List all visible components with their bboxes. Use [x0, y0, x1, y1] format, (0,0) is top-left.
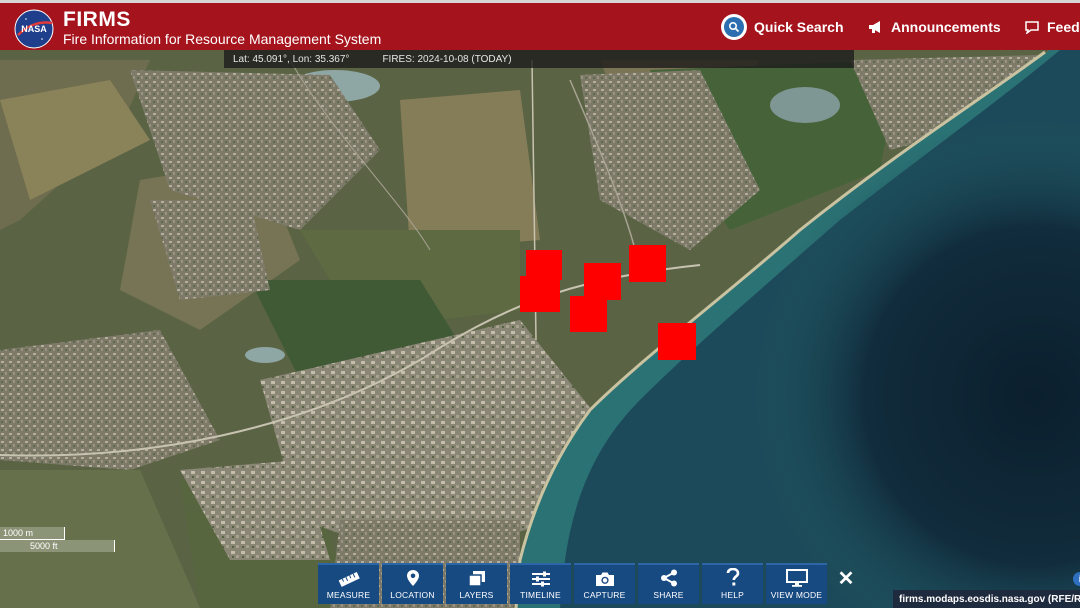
fire-marker	[629, 245, 666, 282]
map-toolbar: MEASURE LOCATION LAYERS TIMELINE CAPTURE…	[318, 563, 827, 608]
info-icon[interactable]: i	[1073, 572, 1080, 586]
scale-metric-label: 1000 m	[3, 528, 34, 538]
measure-label: MEASURE	[326, 590, 371, 600]
nav-quick-search[interactable]: Quick Search	[721, 14, 844, 40]
view-mode-button[interactable]: VIEW MODE	[766, 563, 827, 604]
fires-date: FIRES: 2024-10-08 (TODAY)	[382, 53, 512, 65]
app-title[interactable]: FIRMS	[63, 8, 131, 32]
fire-marker	[584, 263, 621, 300]
app-subtitle: Fire Information for Resource Management…	[63, 31, 382, 47]
fire-marker	[520, 276, 560, 312]
location-pin-icon	[406, 570, 419, 586]
measure-button[interactable]: MEASURE	[318, 563, 379, 604]
share-button[interactable]: SHARE	[638, 563, 699, 604]
nasa-logo-text: NASA	[21, 24, 47, 34]
timeline-button[interactable]: TIMELINE	[510, 563, 571, 604]
help-button[interactable]: HELP	[702, 563, 763, 604]
layers-icon	[467, 571, 485, 587]
fire-marker	[526, 250, 562, 280]
cursor-coordinates: Lat: 45.091°, Lon: 35.367°	[233, 53, 350, 65]
nav-feedback-label: Feedb	[1047, 19, 1080, 35]
capture-button[interactable]: CAPTURE	[574, 563, 635, 604]
scale-imperial-label: 5000 ft	[30, 541, 58, 551]
coordinate-bar: Lat: 45.091°, Lon: 35.367° FIRES: 2024-1…	[224, 50, 854, 68]
close-toolbar-button[interactable]: ✕	[836, 568, 856, 590]
location-label: LOCATION	[390, 590, 435, 600]
nasa-logo-icon[interactable]: NASA	[14, 9, 54, 49]
timeline-label: TIMELINE	[520, 590, 561, 600]
scale-bar: 1000 m 5000 ft	[0, 527, 120, 553]
fire-marker	[658, 323, 696, 360]
nav-feedback[interactable]: Feedb	[1024, 19, 1080, 35]
fire-marker	[570, 296, 607, 332]
share-label: SHARE	[653, 590, 684, 600]
nav-announcements[interactable]: Announcements	[868, 19, 1001, 35]
chat-icon	[1025, 21, 1039, 34]
monitor-icon	[785, 569, 808, 587]
location-button[interactable]: LOCATION	[382, 563, 443, 604]
question-icon	[726, 568, 739, 586]
app-header: NASA FIRMS Fire Information for Resource…	[0, 0, 1080, 50]
ruler-icon	[338, 572, 360, 587]
megaphone-icon	[869, 21, 880, 33]
fire-markers-layer	[520, 245, 696, 360]
sliders-icon	[531, 571, 550, 587]
help-label: HELP	[720, 590, 744, 600]
layers-label: LAYERS	[459, 590, 494, 600]
search-icon	[721, 14, 747, 40]
camera-icon	[595, 572, 614, 586]
layers-button[interactable]: LAYERS	[446, 563, 507, 604]
nav-announcements-label: Announcements	[891, 19, 1001, 35]
nav-quick-search-label: Quick Search	[754, 19, 844, 35]
source-attribution: firms.modaps.eosdis.nasa.gov (RFE/RL)	[893, 590, 1080, 608]
view-mode-label: VIEW MODE	[770, 590, 823, 600]
capture-label: CAPTURE	[583, 590, 626, 600]
share-icon	[660, 569, 677, 587]
